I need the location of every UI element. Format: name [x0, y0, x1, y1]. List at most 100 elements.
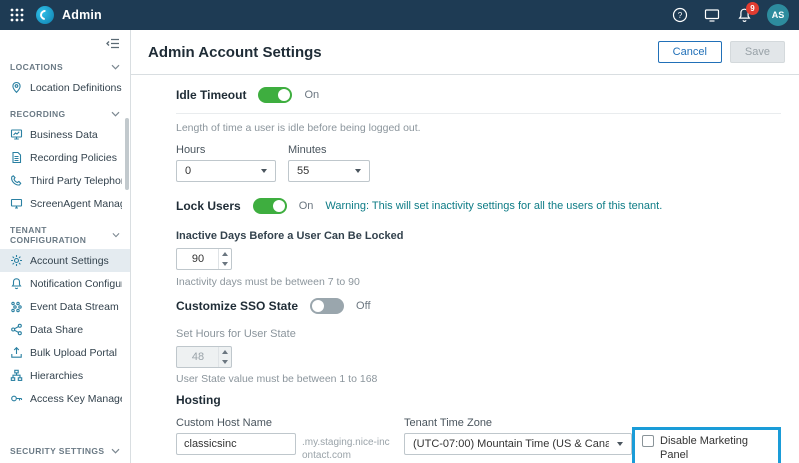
svg-text:?: ?	[678, 11, 683, 20]
sidebar-item-data-share[interactable]: Data Share	[0, 318, 130, 341]
bell-icon	[10, 277, 23, 290]
sidebar-item-label: Hierarchies	[30, 370, 83, 382]
chevron-down-icon	[111, 448, 120, 454]
telephony-icon	[10, 174, 23, 187]
hosting-row: Custom Host Name .my.staging.nice-incont…	[176, 417, 781, 463]
idle-timeout-label: Idle Timeout	[176, 88, 246, 102]
stepper-up-icon[interactable]	[219, 249, 231, 259]
notification-count-badge: 9	[746, 2, 759, 15]
idle-timeout-toggle[interactable]	[258, 87, 292, 103]
sidebar-item-label: Data Share	[30, 324, 83, 336]
main-panel: Admin Account Settings Cancel Save Idle …	[131, 30, 799, 463]
custom-host-input[interactable]	[176, 433, 296, 455]
share-icon	[10, 323, 23, 336]
sidebar-section-label: SECURITY SETTINGS	[10, 446, 105, 456]
lock-users-row: Lock Users On Warning: This will set ina…	[176, 198, 781, 214]
stepper-down-icon	[219, 357, 231, 367]
sso-label: Customize SSO State	[176, 299, 298, 313]
lock-users-toggle[interactable]	[253, 198, 287, 214]
chevron-down-icon	[112, 232, 120, 238]
sidebar-item-access-key-manager[interactable]: Access Key Manager	[0, 387, 130, 410]
app-launcher-icon[interactable]	[10, 8, 24, 22]
cancel-button[interactable]: Cancel	[658, 41, 722, 63]
upload-icon	[10, 346, 23, 359]
sidebar-item-bulk-upload-portal[interactable]: Bulk Upload Portal	[0, 341, 130, 364]
sso-toggle[interactable]	[310, 298, 344, 314]
sidebar-section-security-settings[interactable]: SECURITY SETTINGS	[0, 436, 130, 460]
chevron-down-icon	[111, 111, 120, 117]
save-button[interactable]: Save	[730, 41, 785, 63]
sidebar-item-label: Recording Policies	[30, 152, 117, 164]
page-header: Admin Account Settings Cancel Save	[131, 30, 799, 75]
data-stream-icon	[10, 300, 23, 313]
help-icon[interactable]: ?	[671, 6, 689, 24]
sidebar-item-business-data[interactable]: Business Data	[0, 123, 130, 146]
sidebar-item-screenagent-manager[interactable]: ScreenAgent Manager	[0, 192, 130, 215]
settings-form: Idle Timeout On Length of time a user is…	[131, 75, 799, 463]
monitor-icon	[10, 197, 23, 210]
hours-select[interactable]: 0	[176, 160, 276, 182]
page-title: Admin Account Settings	[148, 44, 322, 61]
sidebar-item-label: Account Settings	[30, 255, 109, 267]
sidebar-item-label: Notification Configuration	[30, 278, 122, 290]
hours-label: Hours	[176, 144, 288, 156]
user-state-help: User State value must be between 1 to 16…	[176, 373, 781, 385]
app-window: Admin ? 9 AS	[0, 0, 799, 463]
sidebar-item-recording-policies[interactable]: Recording Policies	[0, 146, 130, 169]
lock-users-warning: Warning: This will set inactivity settin…	[325, 200, 662, 212]
timezone-select[interactable]: (UTC-07:00) Mountain Time (US & Canada)	[404, 433, 632, 455]
timezone-label: Tenant Time Zone	[404, 417, 632, 429]
sidebar-section-recording[interactable]: RECORDING	[0, 99, 130, 123]
idle-timeout-help: Length of time a user is idle before bei…	[176, 122, 781, 134]
custom-host-group: Custom Host Name .my.staging.nice-incont…	[176, 417, 390, 462]
sidebar-item-label: Bulk Upload Portal	[30, 347, 117, 359]
duration-selects-row: 0 55	[176, 160, 781, 182]
notifications-bell-icon[interactable]: 9	[735, 6, 753, 24]
chevron-down-icon	[261, 169, 267, 173]
minutes-value: 55	[297, 165, 309, 177]
user-state-label: Set Hours for User State	[176, 328, 781, 340]
stepper-down-icon[interactable]	[219, 259, 231, 269]
sidebar-section-tenant-configuration[interactable]: TENANT CONFIGURATION	[0, 215, 130, 249]
sidebar-item-label: Business Data	[30, 129, 98, 141]
stepper-up-icon	[219, 347, 231, 357]
sidebar-collapse-icon[interactable]	[106, 37, 120, 50]
sidebar-section-label: LOCATIONS	[10, 62, 63, 72]
disable-marketing-highlight-box: Disable Marketing Panel	[632, 427, 781, 463]
chevron-down-icon	[111, 64, 120, 70]
sidebar-section-locations[interactable]: LOCATIONS	[0, 52, 130, 76]
inactive-days-stepper[interactable]	[176, 248, 232, 270]
feedback-screen-icon[interactable]	[703, 6, 721, 24]
divider	[176, 113, 781, 114]
minutes-label: Minutes	[288, 144, 327, 156]
idle-timeout-state: On	[304, 89, 319, 101]
sidebar-section-label: TENANT CONFIGURATION	[10, 225, 112, 245]
sidebar-item-third-party-telephony[interactable]: Third Party Telephony	[0, 169, 130, 192]
sidebar-item-hierarchies[interactable]: Hierarchies	[0, 364, 130, 387]
chevron-down-icon	[355, 169, 361, 173]
sso-row: Customize SSO State Off	[176, 298, 781, 314]
sidebar-item-label: Access Key Manager	[30, 393, 122, 405]
key-icon	[10, 392, 23, 405]
sidebar-item-notification-configuration[interactable]: Notification Configuration	[0, 272, 130, 295]
disable-marketing-checkbox[interactable]	[642, 435, 654, 447]
sidebar: LOCATIONS Location Definitions RECORDING	[0, 30, 131, 463]
sidebar-item-location-definitions[interactable]: Location Definitions	[0, 76, 130, 99]
lock-users-state: On	[299, 200, 314, 212]
sso-state: Off	[356, 300, 370, 312]
hours-value: 0	[185, 165, 191, 177]
sidebar-item-event-data-stream[interactable]: Event Data Stream	[0, 295, 130, 318]
custom-host-label: Custom Host Name	[176, 417, 390, 429]
avatar[interactable]: AS	[767, 4, 789, 26]
hierarchy-icon	[10, 369, 23, 382]
location-pin-icon	[10, 81, 23, 94]
sidebar-scrollbar[interactable]	[125, 118, 129, 190]
app-title: Admin	[62, 8, 102, 22]
disable-marketing-label: Disable Marketing Panel	[660, 434, 771, 463]
sidebar-item-account-settings[interactable]: Account Settings	[0, 249, 130, 272]
topbar: Admin ? 9 AS	[0, 0, 799, 30]
idle-timeout-row: Idle Timeout On	[176, 87, 781, 103]
lock-users-label: Lock Users	[176, 199, 241, 213]
document-icon	[10, 151, 23, 164]
minutes-select[interactable]: 55	[288, 160, 370, 182]
